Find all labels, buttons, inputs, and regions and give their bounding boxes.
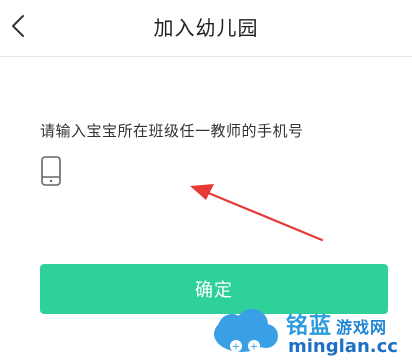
phone-prompt-label: 请输入宝宝所在班级任一教师的手机号 [40,122,304,140]
watermark-domain: minglan.cc [288,336,398,357]
cloud-logo-icon: + + [214,309,278,353]
svg-text:+: + [250,342,258,353]
watermark: + + 铭蓝 游戏网 minglan.cc [208,304,412,360]
phone-icon [41,156,61,186]
teacher-phone-input[interactable] [68,155,372,189]
join-kindergarten-screen: 加入幼儿园 请输入宝宝所在班级任一教师的手机号 确定 + + 铭蓝 游戏网 mi… [0,0,412,360]
watermark-brand-suffix: 游戏网 [336,318,388,337]
top-bar: 加入幼儿园 [0,0,412,57]
svg-text:+: + [232,342,240,353]
page-title: 加入幼儿园 [153,16,259,40]
